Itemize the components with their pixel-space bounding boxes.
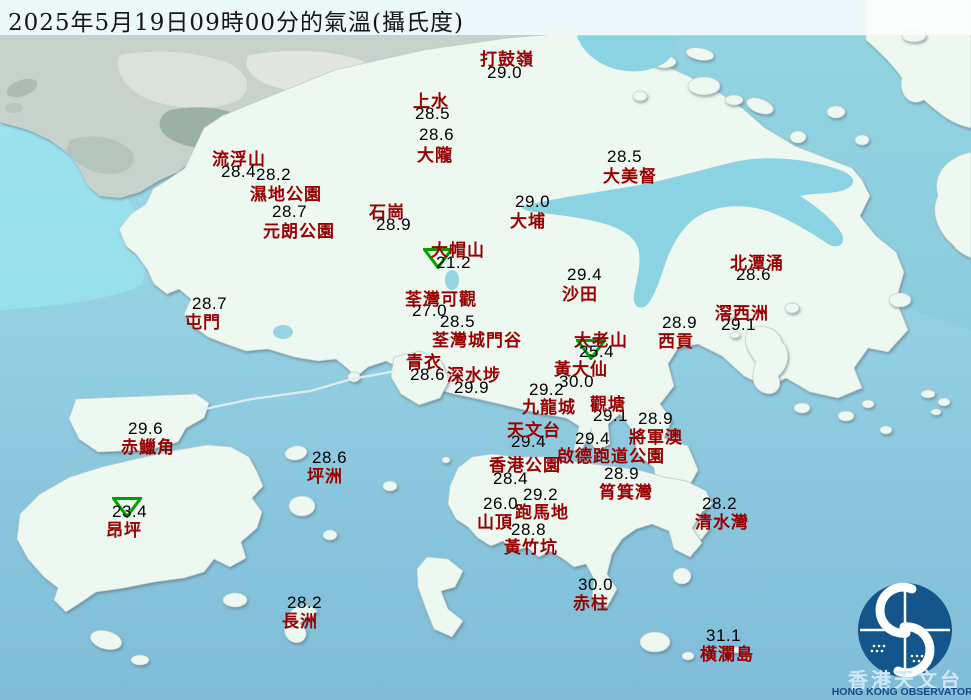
station-name-label: 北潭涌: [730, 249, 784, 274]
station-name-label: 石崗: [369, 198, 405, 223]
station-name-label: 大埔: [510, 207, 546, 232]
station-name-label: 黃大仙: [554, 355, 608, 380]
station-name-label: 深水埗: [447, 361, 501, 386]
station-name-label: 青衣: [406, 348, 442, 373]
station-name-label: 九龍城: [522, 393, 576, 418]
station-name-label: 黃竹坑: [504, 533, 558, 558]
station-name-label: 屯門: [185, 308, 221, 333]
station-name-label: 元朗公園: [263, 217, 335, 242]
station-name-label: 滘西洲: [715, 299, 769, 324]
observatory-logo-icon: [858, 583, 952, 677]
station-name-label: 西貢: [658, 327, 694, 352]
station-name-label: 沙田: [562, 280, 598, 305]
station-name-label: 荃灣城門谷: [432, 326, 522, 351]
station-name-label: 長洲: [282, 607, 318, 632]
station-name-label: 大帽山: [431, 236, 485, 261]
station-name-label: 天文台: [507, 416, 561, 441]
station-name-label: 山頂: [477, 508, 513, 533]
station-name-label: 打鼓嶺: [480, 45, 534, 70]
station-name-label: 橫瀾島: [700, 640, 754, 665]
station-name-label: 赤鱲角: [121, 433, 175, 458]
station-name-label: 香港公園: [489, 451, 561, 476]
station-name-label: 大老山: [574, 326, 628, 351]
station-name-label: 大美督: [603, 162, 657, 187]
station-name-label: 觀塘: [590, 390, 626, 415]
temperature-map-screen: 2025年5月19日09時00分的氣溫(攝氏度) 29.0 打鼓嶺 28.5 上…: [0, 0, 971, 700]
station-name-label: 昂坪: [106, 516, 142, 541]
map-title: 2025年5月19日09時00分的氣溫(攝氏度): [8, 3, 464, 37]
station-name-label: 大隴: [417, 141, 453, 166]
station-name-label: 荃灣可觀: [405, 285, 477, 310]
station-name-label: 清水灣: [695, 508, 749, 533]
station-name-label: 筲箕灣: [599, 478, 653, 503]
observatory-name-english: HONG KONG OBSERVATORY: [818, 686, 971, 698]
station-name-label: 坪洲: [307, 462, 343, 487]
station-name-label: 上水: [413, 87, 449, 112]
station-name-label: 赤柱: [573, 589, 609, 614]
